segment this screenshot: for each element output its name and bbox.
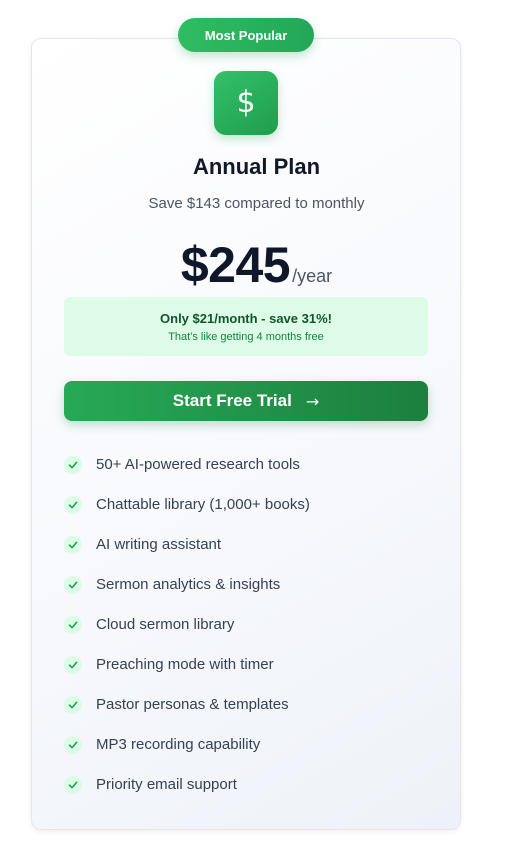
plan-title: Annual Plan: [192, 154, 321, 179]
check-icon: [64, 696, 82, 714]
plan-subtitle: Save $143 compared to monthly: [148, 195, 365, 212]
price-period: /year: [292, 266, 333, 286]
feature-item: MP3 recording capability: [64, 735, 428, 775]
feature-item: Chattable library (1,000+ books): [64, 495, 428, 535]
check-icon: [64, 736, 82, 754]
start-free-trial-button[interactable]: Start Free Trial →: [64, 381, 428, 421]
cta-label: Start Free Trial: [172, 391, 292, 410]
feature-item: Preaching mode with timer: [64, 655, 428, 695]
price-amount: $245: [180, 237, 291, 293]
dollar-sign-icon: $: [214, 71, 278, 135]
feature-label: Preaching mode with timer: [96, 656, 274, 673]
feature-item: Cloud sermon library: [64, 615, 428, 655]
check-icon: [64, 496, 82, 514]
savings-callout: Only $21/month - save 31%! That's like g…: [64, 297, 428, 356]
feature-item: Sermon analytics & insights: [64, 575, 428, 615]
check-icon: [64, 576, 82, 594]
feature-label: Chattable library (1,000+ books): [96, 496, 310, 513]
pricing-page: Most Popular $ Annual Plan Save $143 com…: [0, 0, 513, 847]
arrow-right-icon: →: [305, 391, 320, 411]
feature-label: Pastor personas & templates: [96, 696, 289, 713]
dollar-glyph: $: [236, 85, 256, 120]
most-popular-badge: Most Popular: [178, 18, 314, 52]
check-icon: [64, 536, 82, 554]
check-icon: [64, 656, 82, 674]
feature-item: AI writing assistant: [64, 535, 428, 575]
feature-item: 50+ AI-powered research tools: [64, 455, 428, 495]
feature-item: Priority email support: [64, 775, 428, 815]
check-icon: [64, 776, 82, 794]
check-icon: [64, 456, 82, 474]
check-icon: [64, 616, 82, 634]
feature-list: 50+ AI-powered research tools Chattable l…: [64, 455, 428, 815]
feature-label: AI writing assistant: [96, 536, 222, 553]
savings-headline: Only $21/month - save 31%!: [160, 310, 332, 326]
price: $245 /year: [0, 236, 513, 294]
feature-label: MP3 recording capability: [96, 736, 261, 753]
feature-item: Pastor personas & templates: [64, 695, 428, 735]
feature-label: Priority email support: [96, 776, 237, 793]
feature-label: Sermon analytics & insights: [96, 576, 281, 593]
feature-label: Cloud sermon library: [96, 616, 235, 633]
savings-note: That's like getting 4 months free: [168, 330, 324, 343]
feature-label: 50+ AI-powered research tools: [96, 456, 300, 473]
